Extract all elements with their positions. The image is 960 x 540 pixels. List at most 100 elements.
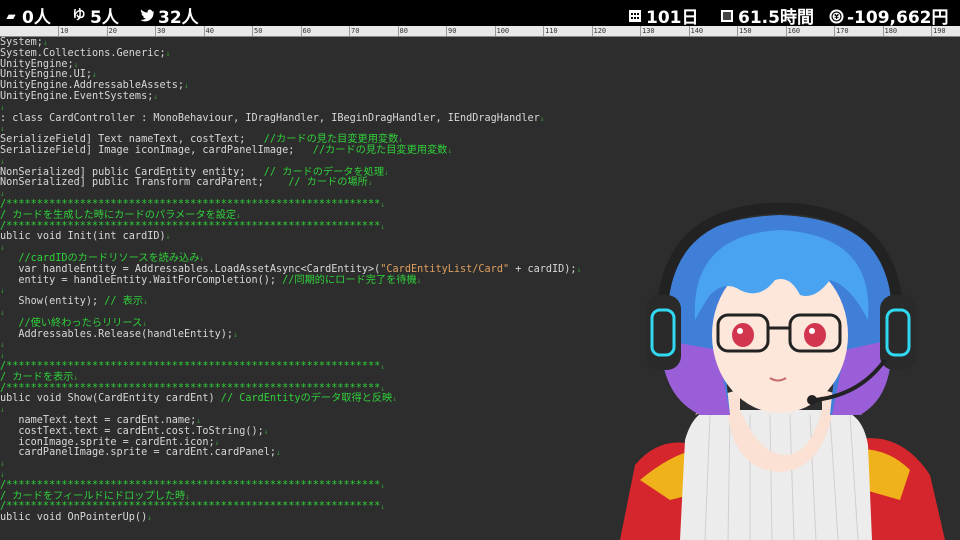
line-end-mark: ↓ (447, 146, 453, 155)
code-text: SerializeField] Image iconImage, cardPan… (0, 145, 295, 156)
line-end-mark: ↓ (0, 405, 5, 415)
code-line[interactable]: Show(entity); // 表示↓ (0, 296, 148, 308)
code-text: ublic void Show(CardEntity cardEnt) (0, 393, 215, 405)
ruler-tick: 140 (688, 26, 704, 36)
line-end-mark: ↓ (165, 48, 171, 58)
line-end-mark: ↓ (199, 254, 205, 263)
code-comment: // CardEntityのデータ取得と反映 (214, 393, 393, 405)
ruler-tick: 150 (737, 26, 752, 36)
code-text: UnityEngine.UI; (0, 69, 93, 81)
ruler-tick: 110 (543, 26, 558, 36)
line-end-mark: ↓ (153, 92, 159, 101)
status-bar: ▰ 0人 ゆ 5人 32人 101日 61.5時間 ¥ -109,662円 (0, 0, 960, 28)
stat-hours: 61.5時間 (720, 3, 814, 28)
ruler-tick: 160 (785, 26, 801, 36)
code-text: Show(entity); (0, 296, 99, 308)
ruler-tick: 130 (640, 26, 655, 36)
ruler-tick: 40 (203, 26, 214, 36)
ruler-tick: 190 (931, 26, 946, 36)
code-line[interactable]: SerializeField] Image iconImage, cardPan… (0, 145, 452, 157)
stat-viewers: ▰ 0人 (4, 3, 51, 28)
code-text: entity = handleEntity.WaitForCompletion(… (0, 274, 277, 286)
line-end-mark: ↓ (416, 275, 422, 285)
ruler-tick: 100 (494, 26, 510, 36)
code-text: NonSerialized] public CardEntity entity; (0, 166, 246, 178)
code-comment: /***************************************… (0, 220, 381, 232)
code-text: costText.text = cardEnt.cost.ToString(); (0, 425, 264, 437)
code-text: nameText.text = cardEnt.name; (0, 415, 197, 426)
code-line[interactable]: UnityEngine.EventSystems;↓ (0, 91, 158, 103)
code-comment: //cardIDのカードリソースを読み込み (0, 253, 200, 264)
code-text: System.Collections.Generic; (0, 47, 166, 59)
svg-text:¥: ¥ (834, 13, 839, 21)
line-end-mark: ↓ (0, 189, 5, 199)
code-string: "CardEntityList/Card" (380, 263, 510, 275)
code-text: SerializeField] Text nameText, costText; (0, 134, 246, 146)
ruler-tick: 70 (349, 26, 360, 36)
code-line[interactable]: Addressables.Release(handleEntity);↓ (0, 329, 238, 341)
line-end-mark: ↓ (0, 124, 5, 134)
line-end-mark: ↓ (392, 394, 398, 404)
code-line[interactable]: entity = handleEntity.WaitForCompletion(… (0, 274, 422, 287)
code-line[interactable]: NonSerialized] public Transform cardPare… (0, 177, 373, 189)
code-line[interactable]: cardPanelImage.sprite = cardEnt.cardPane… (0, 447, 280, 459)
code-line[interactable]: ublic void Show(CardEntity cardEnt) // C… (0, 393, 397, 405)
code-comment: /***************************************… (0, 199, 381, 210)
code-line[interactable]: : class CardController : MonoBehaviour, … (0, 113, 545, 125)
code-comment: //カードの見た目変更用変数 (245, 134, 399, 146)
ruler-tick: 30 (155, 26, 166, 36)
line-end-mark: ↓ (0, 102, 5, 112)
code-comment: /***************************************… (0, 382, 381, 394)
line-end-mark: ↓ (92, 70, 97, 80)
clock-icon (720, 9, 734, 23)
line-end-mark: ↓ (539, 113, 545, 123)
line-end-mark: ↓ (0, 286, 5, 296)
code-line[interactable]: ublic void OnPointerUp()↓ (0, 512, 152, 524)
code-text: ublic void Init(int cardID) (0, 231, 166, 243)
code-comment: // 表示 (98, 296, 144, 308)
stat-viewers-value: 0人 (22, 8, 51, 28)
line-end-mark: ↓ (73, 372, 79, 382)
code-text-tail: + cardID); (509, 263, 577, 275)
line-end-mark: ↓ (367, 178, 373, 188)
stat-youtube-value: 5人 (90, 8, 119, 28)
line-end-mark: ↓ (398, 135, 404, 145)
ruler-tick: 180 (882, 26, 898, 36)
line-end-mark: ↓ (380, 221, 386, 231)
code-comment: / カードを表示 (0, 371, 74, 383)
stat-money: ¥ -109,662円 (829, 3, 949, 28)
code-text: Addressables.Release(handleEntity); (0, 328, 234, 340)
line-end-mark: ↓ (380, 362, 386, 371)
line-end-mark: ↓ (380, 480, 386, 490)
line-end-mark: ↓ (233, 329, 238, 339)
line-end-mark: ↓ (0, 340, 5, 350)
ruler-tick: 80 (397, 26, 408, 36)
line-end-mark: ↓ (185, 491, 191, 501)
ruler-tick: 120 (591, 26, 607, 36)
stat-twitter: 32人 (140, 3, 199, 28)
code-comment: //使い終わったらリリース (0, 317, 143, 329)
code-line[interactable]: ublic void Init(int cardID)↓ (0, 231, 170, 243)
vtuber-avatar (620, 202, 945, 540)
twitter-icon (140, 9, 154, 23)
code-comment: /***************************************… (0, 361, 381, 372)
code-text: var handleEntity = Addressables.LoadAsse… (0, 263, 381, 275)
stat-hours-value: 61.5時間 (738, 8, 814, 28)
code-text: NonSerialized] public Transform cardPare… (0, 177, 264, 189)
code-text: UnityEngine.AddressableAssets; (0, 80, 185, 92)
line-end-mark: ↓ (384, 167, 389, 177)
people-icon: ▰ (6, 8, 16, 23)
column-ruler: 10 20 30 40 50 60 70 80 90 100 110 120 130 140 150 160 1… (0, 26, 960, 37)
code-comment: / カードをフィールドにドロップした時 (0, 490, 186, 502)
calendar-icon (628, 9, 642, 23)
code-text: UnityEngine; (0, 58, 74, 70)
code-text: cardPanelImage.sprite = cardEnt.cardPane… (0, 447, 277, 459)
line-end-mark: ↓ (0, 351, 5, 361)
line-end-mark: ↓ (0, 470, 5, 479)
line-end-mark: ↓ (196, 416, 202, 425)
ruler-tick: 90 (446, 26, 457, 36)
stat-twitter-value: 32人 (158, 8, 199, 28)
line-end-mark: ↓ (184, 81, 189, 91)
code-comment: //カードの見た目変更用変数 (294, 145, 448, 156)
code-text: UnityEngine.EventSystems; (0, 91, 154, 102)
